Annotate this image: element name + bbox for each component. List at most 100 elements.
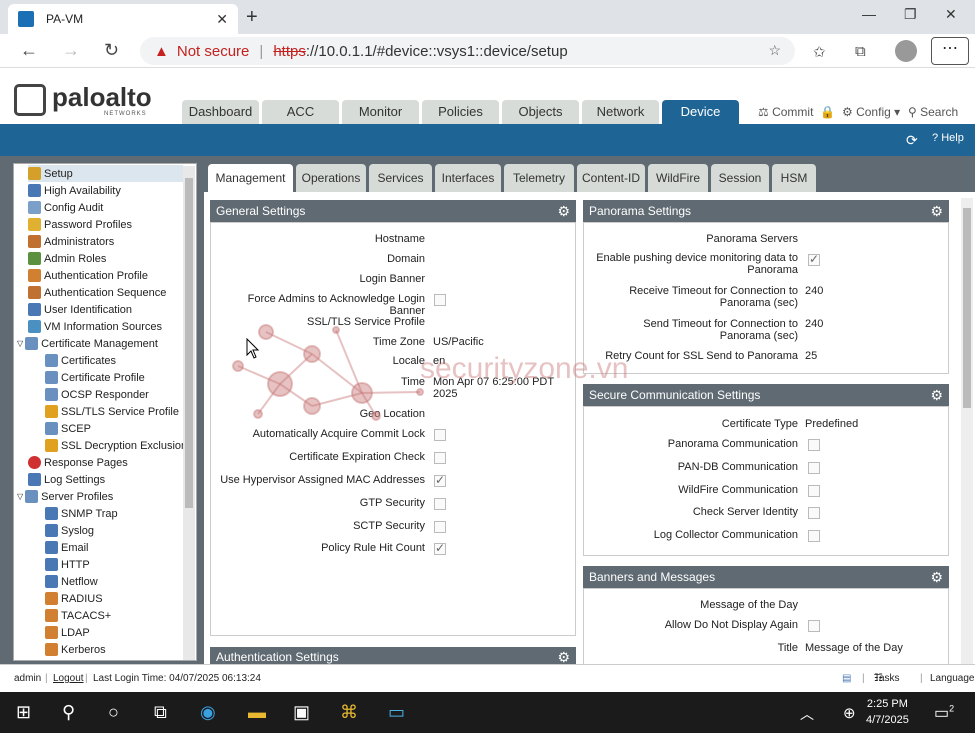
close-tab-icon[interactable]: ✕ [216,11,228,28]
search-icon[interactable]: ⚲ [62,702,75,723]
language-button[interactable]: Language [930,665,975,693]
gear-icon[interactable]: ⚙ [557,647,570,664]
allow-dismiss-checkbox[interactable] [808,620,820,632]
tab-hsm[interactable]: HSM [772,164,816,192]
sidebar-item-certificate-management[interactable]: ▽ Certificate Management [17,335,158,352]
profile-avatar[interactable] [895,40,917,62]
collections-icon[interactable]: ⧉ [855,43,866,60]
terminal-icon[interactable]: ▣ [293,702,310,723]
sidebar-item-radius[interactable]: RADIUS [45,590,103,607]
minimize-icon[interactable]: — [862,6,876,22]
sidebar-item-authentication-sequence[interactable]: Authentication Sequence [28,284,166,301]
sidebar-item-user-identification[interactable]: User Identification [28,301,132,318]
tab-interfaces[interactable]: Interfaces [435,164,501,192]
push-monitoring-checkbox[interactable] [808,252,820,266]
gear-icon[interactable]: ⚙ [930,200,943,222]
messages-icon[interactable]: ▤ [842,665,851,693]
file-explorer-icon[interactable]: ▬ [248,702,266,723]
sidebar-item-high-availability[interactable]: High Availability [28,182,121,199]
sidebar-item-scep[interactable]: SCEP [45,420,91,437]
favorite-star-icon[interactable]: ☆ [768,42,781,59]
tab-policies[interactable]: Policies [422,100,499,124]
sidebar-item-snmp-trap[interactable]: SNMP Trap [45,505,118,522]
browser-menu-button[interactable]: ⋯ [931,37,969,65]
browser-tab[interactable]: PA-VM ✕ [8,4,238,34]
sidebar-item-ldap[interactable]: LDAP [45,624,90,641]
tab-operations[interactable]: Operations [296,164,366,192]
sidebar-item-admin-roles[interactable]: Admin Roles [28,250,106,267]
lock-icon[interactable]: 🔒 [820,105,835,119]
sidebar-item-administrators[interactable]: Administrators [28,233,114,250]
gear-icon[interactable]: ⚙ [930,384,943,406]
tab-content-id[interactable]: Content-ID [577,164,645,192]
logout-link[interactable]: Logout [53,665,84,693]
cert-expiration-checkbox[interactable] [434,452,446,464]
new-tab-button[interactable]: + [246,6,258,29]
commit-button[interactable]: ⚖ Commit [758,105,813,119]
wildfire-comm-checkbox[interactable] [808,485,820,497]
sidebar-item-password-profiles[interactable]: Password Profiles [28,216,132,233]
sidebar-item-server-profiles[interactable]: ▽ Server Profiles [17,488,113,505]
tab-services[interactable]: Services [369,164,432,192]
tab-device[interactable]: Device [662,100,739,124]
sidebar-item-http[interactable]: HTTP [45,556,90,573]
notification-icon[interactable]: ▭2 [934,703,954,723]
sidebar-item-vm-information-sources[interactable]: VM Information Sources [28,318,162,335]
refresh-icon[interactable]: ⟳ [906,132,918,149]
config-button[interactable]: ⚙ Config ▾ [842,105,900,119]
panorama-comm-checkbox[interactable] [808,439,820,451]
close-window-icon[interactable]: ✕ [945,6,957,23]
tab-network[interactable]: Network [582,100,659,124]
network-tool-icon[interactable]: ⌘ [340,702,358,723]
chevron-up-icon[interactable]: ︿ [800,704,814,724]
edge-browser-icon[interactable]: ◉ [200,702,216,723]
forward-arrow-icon[interactable]: → [62,40,80,61]
network-globe-icon[interactable]: ⊕ [843,704,856,722]
windows-start-icon[interactable]: ⊞ [16,702,31,723]
sidebar-item-setup[interactable]: Setup [28,165,183,182]
sidebar-item-kerberos[interactable]: Kerberos [45,641,106,658]
sidebar-item-authentication-profile[interactable]: Authentication Profile [28,267,148,284]
help-button[interactable]: ? Help [932,132,964,144]
expand-arrow-icon[interactable]: ▽ [17,339,23,348]
sidebar-item-ssl-tls-service-profile[interactable]: SSL/TLS Service Profile [45,403,179,420]
auto-commit-lock-checkbox[interactable] [434,429,446,441]
hit-count-checkbox[interactable] [434,541,446,555]
restore-icon[interactable]: ❐ [904,6,917,23]
sidebar-item-ssl-decryption-exclusion[interactable]: SSL Decryption Exclusion [45,437,187,454]
sctp-security-checkbox[interactable] [434,521,446,533]
tab-objects[interactable]: Objects [502,100,579,124]
sidebar-item-log-settings[interactable]: Log Settings [28,471,105,488]
sidebar-scroll-thumb[interactable] [185,178,193,508]
tab-acc[interactable]: ACC [262,100,339,124]
tab-monitor[interactable]: Monitor [342,100,419,124]
check-server-identity-checkbox[interactable] [808,507,820,519]
search-button[interactable]: ⚲ Search [908,105,958,119]
cortana-icon[interactable]: ○ [108,702,119,723]
sidebar-item-response-pages[interactable]: Response Pages [28,454,128,471]
task-view-icon[interactable]: ⧉ [154,702,167,723]
sidebar-item-syslog[interactable]: Syslog [45,522,94,539]
favorites-icon[interactable]: ✩ [813,43,826,61]
pan-db-comm-checkbox[interactable] [808,462,820,474]
sidebar-item-certificates[interactable]: Certificates [45,352,116,369]
log-collector-comm-checkbox[interactable] [808,530,820,542]
expand-arrow-icon[interactable]: ▽ [17,492,23,501]
main-scroll-thumb[interactable] [963,208,971,408]
sidebar-item-ocsp-responder[interactable]: OCSP Responder [45,386,149,403]
remote-desktop-icon[interactable]: ▭ [388,702,405,723]
tab-dashboard[interactable]: Dashboard [182,100,259,124]
sidebar-item-email[interactable]: Email [45,539,89,556]
tab-telemetry[interactable]: Telemetry [504,164,574,192]
sidebar-item-certificate-profile[interactable]: Certificate Profile [45,369,145,386]
hypervisor-mac-checkbox[interactable] [434,473,446,487]
reload-icon[interactable]: ↻ [104,40,119,61]
back-arrow-icon[interactable]: ← [20,40,38,61]
gear-icon[interactable]: ⚙ [930,566,943,588]
gear-icon[interactable]: ⚙ [557,200,570,222]
sidebar-item-tacacs[interactable]: TACACS+ [45,607,111,624]
tab-session[interactable]: Session [711,164,769,192]
sidebar-item-netflow[interactable]: Netflow [45,573,98,590]
tab-wildfire[interactable]: WildFire [648,164,708,192]
tab-management[interactable]: Management [208,164,293,192]
